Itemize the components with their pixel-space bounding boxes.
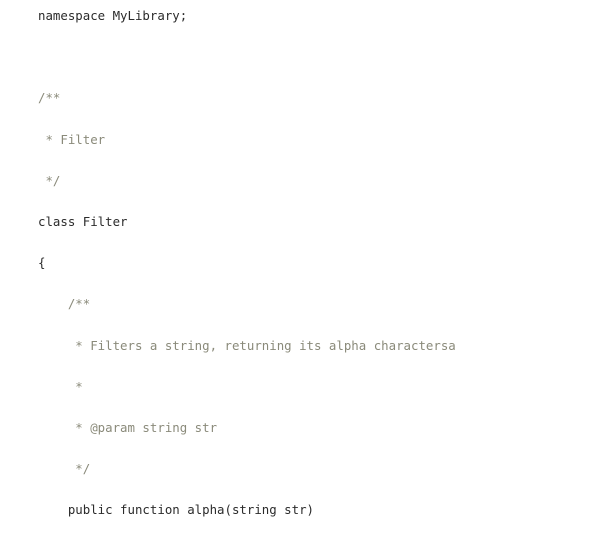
code-token-comment: */: [38, 461, 91, 477]
code-viewer: namespace MyLibrary; /** * Filter */ cla…: [0, 0, 608, 537]
code-token-comment: * Filters a string, returning its alpha …: [38, 337, 456, 353]
code-token-default: {: [38, 255, 46, 271]
code-token-default: namespace MyLibrary;: [38, 8, 188, 23]
code-line: * @param string str: [38, 418, 608, 439]
code-token-comment: * @param string str: [38, 419, 218, 435]
code-token-comment: */: [38, 172, 61, 188]
code-line: public function alpha(string str): [38, 500, 608, 521]
code-line: namespace MyLibrary;: [38, 6, 608, 27]
code-token-comment: /**: [38, 90, 61, 106]
code-line: {: [38, 253, 608, 274]
code-line: */: [38, 459, 608, 480]
code-token-comment: *: [38, 378, 83, 394]
code-listing[interactable]: namespace MyLibrary; /** * Filter */ cla…: [0, 0, 608, 537]
code-token-comment: * Filter: [38, 131, 106, 147]
code-token-default: class Filter: [38, 213, 128, 229]
code-line: *: [38, 377, 608, 398]
code-line: * Filters a string, returning its alpha …: [38, 336, 608, 357]
code-token-default: public function alpha(string str): [38, 502, 315, 518]
code-line: /**: [38, 294, 608, 315]
code-line: /**: [38, 88, 608, 109]
code-line: * Filter: [38, 130, 608, 151]
code-line: */: [38, 171, 608, 192]
code-line: class Filter: [38, 212, 608, 233]
code-token-comment: /**: [38, 296, 91, 312]
